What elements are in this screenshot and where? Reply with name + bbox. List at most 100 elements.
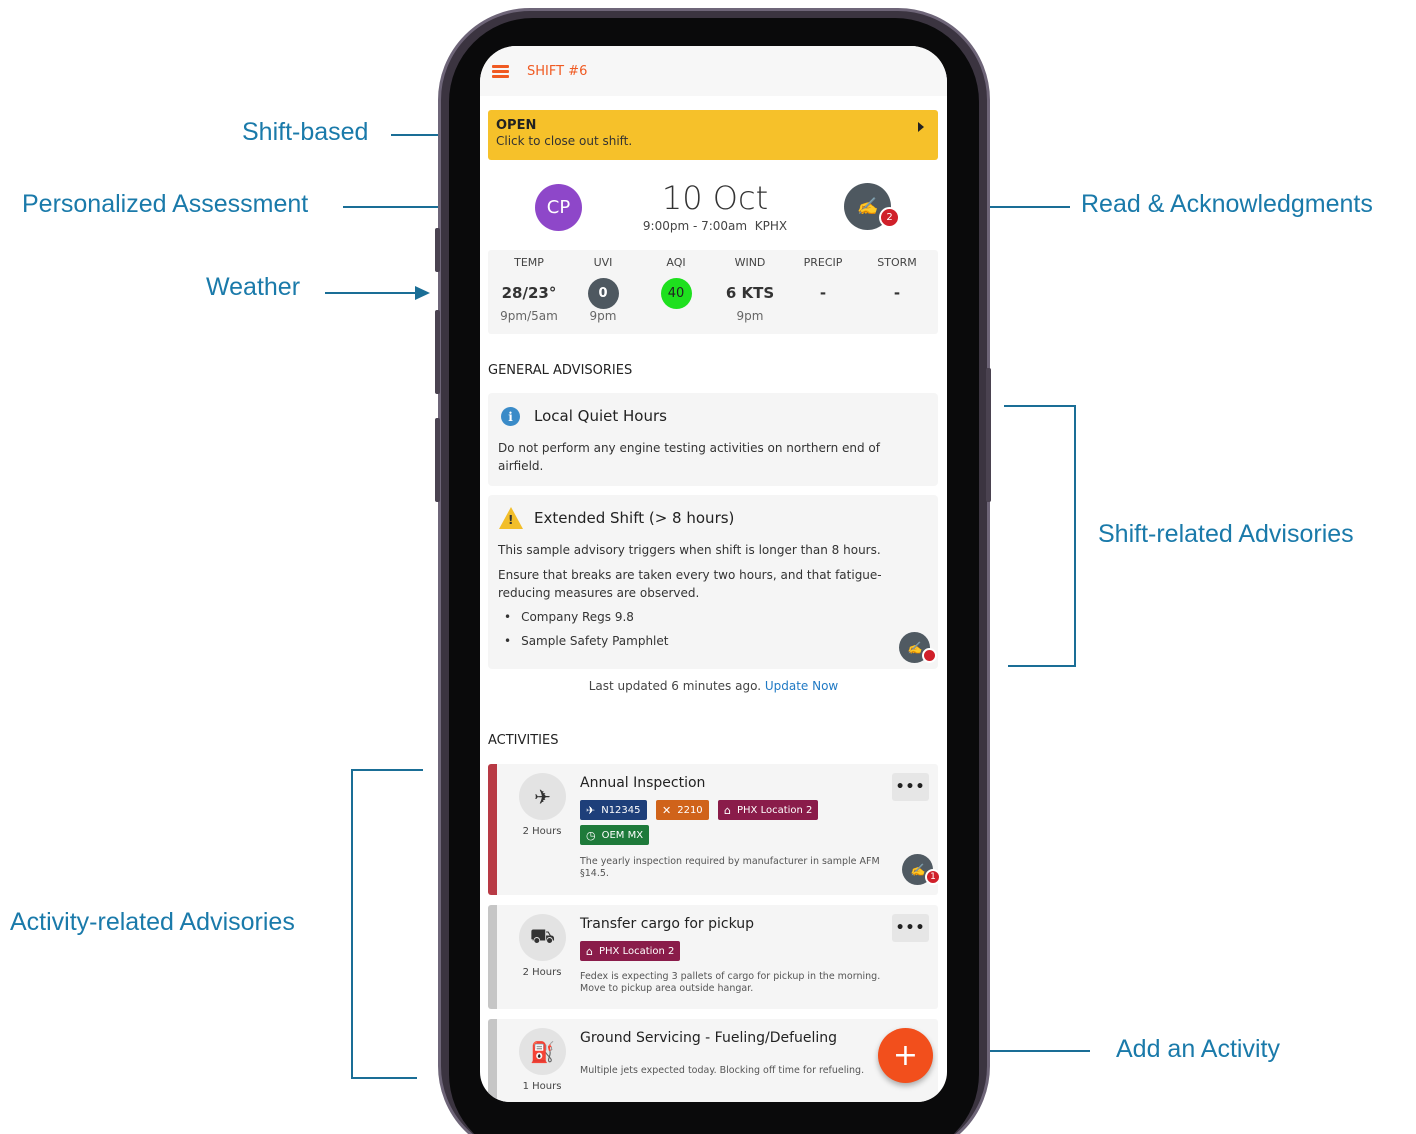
activity-duration: 1 Hours [522,1081,562,1092]
activity-card[interactable]: ⛽ 1 Hours Ground Servicing - Fueling/Def… [488,1019,938,1102]
last-updated: Last updated 6 minutes ago. Update Now [480,679,947,693]
more-options-button[interactable]: ••• [892,914,929,942]
bracket-bottom [351,1077,417,1079]
weather-label: PRECIP [803,256,843,269]
weather-label: WIND [734,256,766,269]
tag-oem[interactable]: ◷ OEM MX [580,825,650,845]
bracket-top [351,769,423,771]
hangar-icon: ⌂ [586,944,593,958]
annotation-add-activity: Add an Activity [1116,1035,1280,1063]
weather-sub: 9pm/5am [500,309,558,323]
user-avatar[interactable]: CP [535,184,582,231]
annotation-shift-based: Shift-based [242,118,369,146]
hamburger-menu-icon[interactable] [492,64,509,78]
advisory-reference[interactable]: Company Regs 9.8 [504,610,634,624]
advisory-card[interactable]: ! Extended Shift (> 8 hours) This sample… [488,495,938,669]
airplane-icon: ✈ [586,803,596,817]
activity-duration: 2 Hours [522,826,562,837]
add-activity-button[interactable]: + [878,1028,933,1083]
stage: Shift-based Personalized Assessment Weat… [0,0,1416,1134]
tag-task[interactable]: ✕ 2210 [656,800,709,820]
activity-card[interactable]: ✈ 2 Hours Annual Inspection ••• ✈ N12345 … [488,764,941,895]
activities-title: ACTIVITIES [488,733,559,748]
bracket-bottom [1008,665,1076,667]
weather-label: UVI [593,256,613,269]
general-advisories-title: GENERAL ADVISORIES [488,363,633,378]
shift-time: 9:00pm - 7:00am KPHX [620,219,810,233]
ack-count-badge: 2 [879,207,900,228]
activity-card[interactable]: ⛟ 2 Hours Transfer cargo for pickup ••• … [488,905,938,1009]
activity-description: Multiple jets expected today. Blocking o… [580,1065,865,1076]
volume-button [435,228,440,272]
annotation-weather: Weather [206,273,301,301]
advisory-reference[interactable]: Sample Safety Pamphlet [504,634,668,648]
weather-value: 28/23° [501,284,557,302]
advisory-card[interactable]: i Local Quiet Hours Do not perform any e… [488,393,938,486]
shift-status-hint: Click to close out shift. [496,134,633,148]
activity-description: Fedex is expecting 3 pallets of cargo fo… [580,971,881,994]
weather-storm: STORM - [860,250,934,324]
app-screen: SHIFT #6 OPEN Click to close out shift. … [480,46,947,1102]
tag-label: N12345 [601,804,641,816]
weather-label: AQI [666,256,686,269]
fuel-pump-icon: ⛽ [519,1028,566,1075]
weather-label: STORM [877,256,917,269]
weather-sub: 9pm [589,309,617,323]
tag-label: 2210 [677,804,703,816]
tag-label: OEM MX [601,829,644,841]
weather-precip: PRECIP - [786,250,860,324]
weather-sub [860,309,934,324]
shift-status-bar[interactable]: OPEN Click to close out shift. [488,110,938,160]
airport-code: KPHX [754,219,788,233]
tag-location[interactable]: ⌂ PHX Location 2 [718,800,819,820]
tag-label: PHX Location 2 [736,804,813,816]
shift-date: 10 Oct [661,179,769,217]
activity-title: Transfer cargo for pickup [580,916,755,932]
airplane-icon: ✈ [519,773,566,820]
update-now-link[interactable]: Update Now [765,679,838,693]
shift-title: SHIFT #6 [527,63,588,79]
annotation-shift-related: Shift-related Advisories [1098,520,1354,548]
arrow-line [325,292,415,294]
weather-panel: TEMP 28/23° 9pm/5am UVI 0 9pm AQI 40 WIN… [488,250,938,334]
ack-count-badge: 1 [925,869,941,885]
shift-time-range: 9:00pm - 7:00am [642,219,748,233]
volume-button [435,310,440,394]
clock-icon: ◷ [586,828,596,842]
last-updated-text: Last updated 6 minutes ago. [588,679,762,693]
more-options-button[interactable]: ••• [892,773,929,801]
unread-dot [922,648,937,663]
tag-aircraft[interactable]: ✈ N12345 [580,800,647,820]
advisory-title: Extended Shift (> 8 hours) [534,509,735,527]
activity-description: The yearly inspection required by manufa… [580,856,880,879]
shift-status: OPEN [496,118,537,133]
tag-label: PHX Location 2 [598,945,675,957]
weather-aqi: AQI 40 [639,250,713,324]
volume-button [435,418,440,502]
weather-temp: TEMP 28/23° 9pm/5am [492,250,566,324]
hand-truck-icon: ⛟ [519,914,566,961]
warning-icon: ! [499,507,523,529]
uvi-badge: 0 [587,277,619,309]
weather-uvi: UVI 0 9pm [566,250,640,324]
tag-location[interactable]: ⌂ PHX Location 2 [580,941,681,961]
activity-title: Annual Inspection [580,775,706,791]
caret-right-icon [918,122,924,132]
annotation-read-ack: Read & Acknowledgments [1081,190,1373,218]
weather-value: 6 KTS [725,284,775,302]
bracket-side [1074,405,1076,667]
annotation-personalized: Personalized Assessment [22,190,309,218]
tools-icon: ✕ [662,803,672,817]
weather-sub: 9pm [736,309,764,323]
advisory-body: Do not perform any engine testing activi… [498,441,881,473]
info-icon: i [501,407,520,426]
weather-sub [786,309,860,324]
advisory-body: Ensure that breaks are taken every two h… [498,568,882,600]
app-header: SHIFT #6 [480,46,947,96]
weather-wind: WIND 6 KTS 9pm [713,250,787,324]
activity-title: Ground Servicing - Fueling/Defueling [580,1030,838,1046]
weather-value: - [893,284,901,302]
bracket-side [351,769,353,1079]
arrow-head [415,286,430,300]
weather-label: TEMP [514,256,544,269]
